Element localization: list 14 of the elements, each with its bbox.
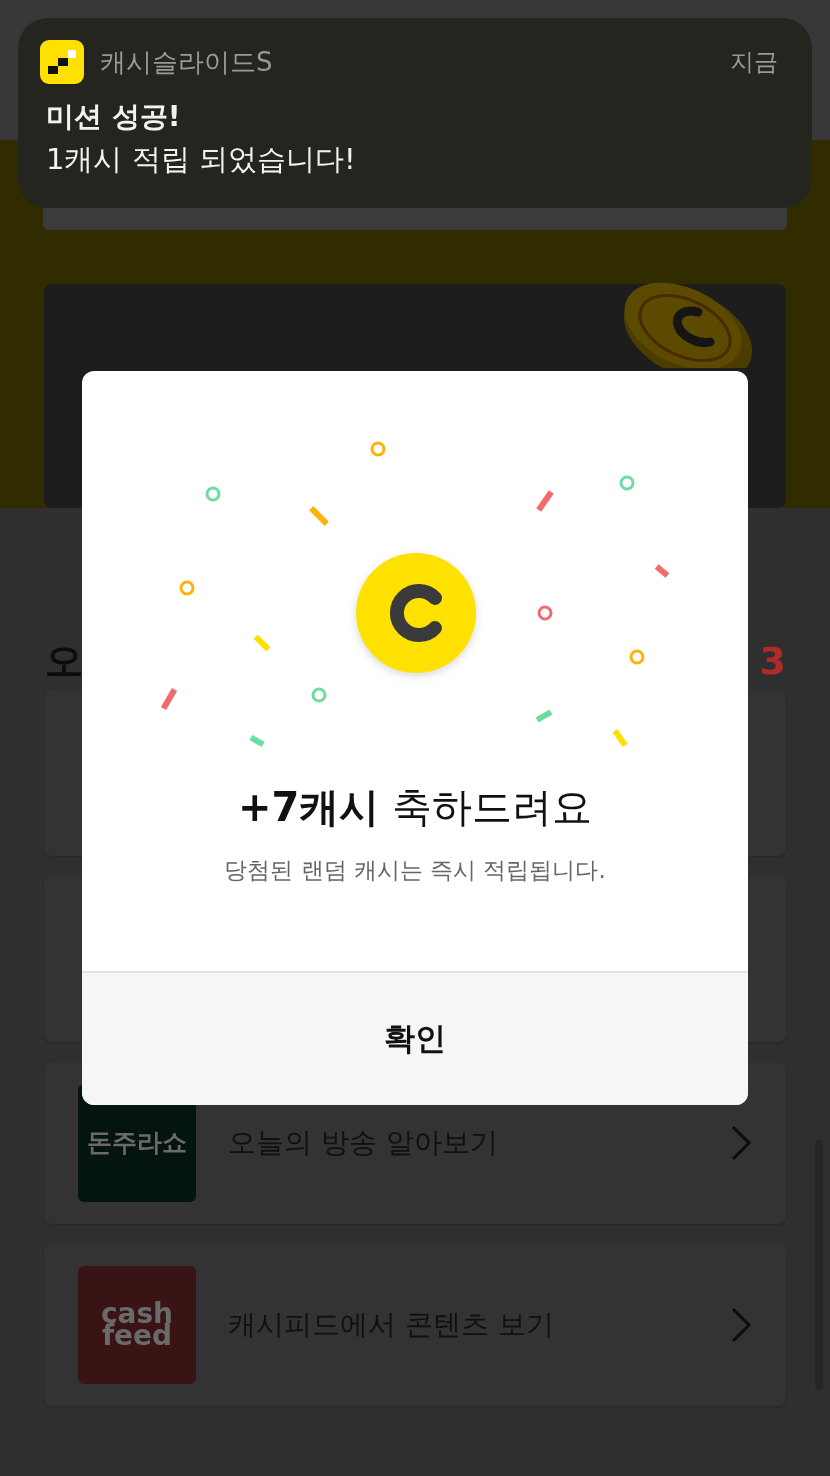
- dialog-title: +7캐시 축하드려요: [237, 783, 593, 832]
- notification-toast[interactable]: 캐시슬라이드S 지금 미션 성공! 1캐시 적립 되었습니다!: [18, 18, 812, 208]
- app-icon: [40, 40, 84, 84]
- confirm-button[interactable]: 확인: [82, 971, 748, 1105]
- section-count: 3: [759, 639, 786, 683]
- notification-time: 지금: [730, 47, 778, 78]
- notification-message: 1캐시 적립 되었습니다!: [46, 141, 357, 178]
- notification-title: 미션 성공!: [46, 99, 182, 135]
- app-name: 캐시슬라이드S: [100, 45, 274, 79]
- coin-icon: [355, 552, 477, 674]
- dialog-message: 당첨된 랜덤 캐시는 즉시 적립됩니다.: [224, 856, 606, 885]
- chevron-right-icon: [730, 1125, 752, 1161]
- chevron-right-icon: [730, 1307, 752, 1343]
- logo-thumbnail: cash feed: [78, 1266, 196, 1384]
